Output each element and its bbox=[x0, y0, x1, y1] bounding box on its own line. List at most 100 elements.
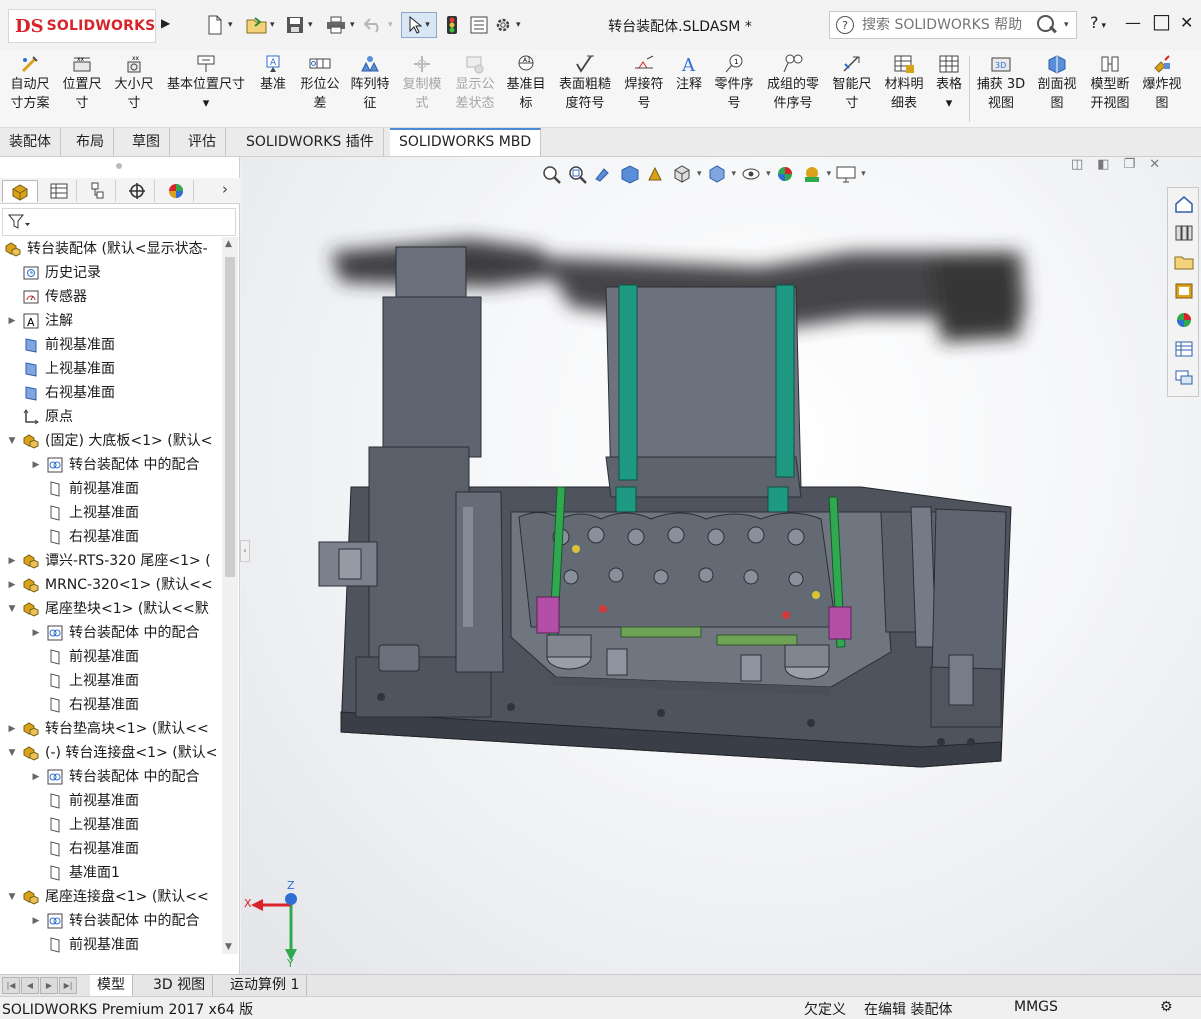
expand-arrow-icon[interactable]: ▶ bbox=[6, 549, 18, 573]
tree-node[interactable]: 右视基准面 bbox=[6, 381, 115, 405]
dimxpert-manager-tab[interactable] bbox=[119, 180, 155, 202]
design-library-icon[interactable] bbox=[1171, 220, 1197, 246]
expand-arrow-icon[interactable]: ▶ bbox=[30, 453, 42, 477]
help-menu-button[interactable]: ? ▾ bbox=[1090, 13, 1106, 32]
size-dimension-button[interactable]: xx 大小尺 寸 bbox=[110, 54, 158, 113]
expand-arrow-icon[interactable]: ▶ bbox=[30, 621, 42, 645]
tree-vertical-scrollbar[interactable]: ▲ ▼ bbox=[222, 237, 238, 954]
tree-node[interactable]: 上视基准面 bbox=[6, 357, 115, 381]
unit-system[interactable]: MMGS bbox=[1014, 999, 1058, 1015]
open-folder-icon[interactable]: ▾ bbox=[246, 14, 275, 36]
tab-motion-study[interactable]: 运动算例 1 bbox=[223, 975, 308, 996]
tree-node[interactable]: ▶ 转台装配体 中的配合 bbox=[30, 909, 200, 933]
tree-node[interactable]: 前视基准面 bbox=[30, 477, 139, 501]
tab-solidworks-addins[interactable]: SOLIDWORKS 插件 bbox=[237, 128, 384, 156]
tree-node[interactable]: ▼ 尾座连接盘<1> (默认<< bbox=[6, 885, 209, 909]
geometric-tolerance-button[interactable]: 形位公 差 bbox=[296, 54, 344, 113]
section-view-button[interactable]: 剖面视 图 bbox=[1032, 54, 1082, 113]
note-button[interactable]: A 注释 bbox=[670, 54, 708, 94]
expand-arrow-icon[interactable]: ▶ bbox=[6, 717, 18, 741]
more-tabs-arrow-icon[interactable]: › bbox=[222, 180, 228, 198]
capture-3d-view-button[interactable]: 3D 捕获 3D 视图 bbox=[974, 54, 1028, 113]
panel-collapse-handle[interactable]: ‹ bbox=[240, 540, 250, 562]
copy-scheme-button[interactable]: 复制模 式 bbox=[398, 54, 446, 113]
menu-expand-arrow-icon[interactable]: ▶ bbox=[161, 16, 173, 34]
expand-arrow-icon[interactable]: ▶ bbox=[30, 909, 42, 933]
pattern-feature-button[interactable]: 阵列特 征 bbox=[346, 54, 394, 113]
file-properties-icon[interactable] bbox=[470, 14, 488, 36]
display-manager-tab[interactable] bbox=[158, 180, 194, 202]
tree-node[interactable]: 前视基准面 bbox=[30, 789, 139, 813]
datum-button[interactable]: A 基准 bbox=[254, 54, 292, 94]
exploded-view-button[interactable]: 爆炸视 图 bbox=[1138, 54, 1186, 113]
tree-filter-bar[interactable] bbox=[2, 208, 236, 236]
collapse-arrow-icon[interactable]: ▼ bbox=[6, 597, 18, 621]
tab-solidworks-mbd[interactable]: SOLIDWORKS MBD bbox=[390, 128, 542, 156]
expand-arrow-icon[interactable]: ▶ bbox=[30, 765, 42, 789]
tree-node[interactable]: ▼ 尾座垫块<1> (默认<<默 bbox=[6, 597, 209, 621]
tree-node[interactable]: ▶ 转台装配体 中的配合 bbox=[30, 765, 200, 789]
tree-node[interactable]: 右视基准面 bbox=[30, 837, 139, 861]
weld-symbol-button[interactable]: 焊接符 号 bbox=[620, 54, 668, 113]
tree-node[interactable]: 转台装配体 (默认<显示状态- bbox=[0, 237, 208, 261]
solidworks-forum-icon[interactable] bbox=[1171, 365, 1197, 391]
minimize-button[interactable]: — bbox=[1125, 13, 1141, 32]
save-icon[interactable]: ▾ bbox=[286, 14, 313, 36]
surface-finish-button[interactable]: 表面粗糙 度符号 bbox=[554, 54, 616, 113]
print-icon[interactable]: ▾ bbox=[326, 14, 355, 36]
maximize-button[interactable]: □ bbox=[1152, 9, 1171, 33]
tab-layout[interactable]: 布局 bbox=[67, 128, 114, 156]
help-search-box[interactable]: ? ▾ bbox=[829, 11, 1077, 39]
property-manager-tab[interactable] bbox=[41, 180, 77, 202]
scrollbar-thumb[interactable] bbox=[225, 257, 235, 577]
tree-node[interactable]: ▶ 转台装配体 中的配合 bbox=[30, 621, 200, 645]
tree-node[interactable]: 上视基准面 bbox=[30, 669, 139, 693]
stacked-balloon-button[interactable]: 成组的零 件序号 bbox=[762, 54, 824, 113]
tree-node[interactable]: 传感器 bbox=[6, 285, 87, 309]
smart-dimension-button[interactable]: 智能尺 寸 bbox=[828, 54, 876, 113]
tree-node[interactable]: 右视基准面 bbox=[30, 525, 139, 549]
tree-node[interactable]: ▶ 转台垫高块<1> (默认<< bbox=[6, 717, 209, 741]
tree-node[interactable]: 右视基准面 bbox=[30, 693, 139, 717]
prev-tab-arrow-icon[interactable]: ◀ bbox=[21, 977, 39, 994]
new-document-icon[interactable]: ▾ bbox=[206, 14, 233, 36]
last-tab-arrow-icon[interactable]: ▶| bbox=[59, 977, 77, 994]
tree-node[interactable]: ▼ (-) 转台连接盘<1> (默认< bbox=[6, 741, 218, 765]
auto-dimension-scheme-button[interactable]: 自动尺 寸方案 bbox=[6, 54, 54, 113]
view-palette-icon[interactable] bbox=[1171, 278, 1197, 304]
tree-node[interactable]: 前视基准面 bbox=[30, 933, 139, 957]
tree-node[interactable]: ▶ 谭兴-RTS-320 尾座<1> ( bbox=[6, 549, 211, 573]
show-tolerance-status-button[interactable]: 显示公 差状态 bbox=[450, 54, 500, 113]
tab-assembly[interactable]: 装配体 bbox=[0, 128, 61, 156]
expand-arrow-icon[interactable]: ▶ bbox=[6, 309, 18, 333]
custom-properties-icon[interactable] bbox=[1171, 336, 1197, 362]
tab-evaluate[interactable]: 评估 bbox=[179, 128, 226, 156]
tree-node[interactable]: 原点 bbox=[6, 405, 73, 429]
model-break-view-button[interactable]: 模型断 开视图 bbox=[1084, 54, 1136, 113]
tree-node[interactable]: ▶ 转台装配体 中的配合 bbox=[30, 453, 200, 477]
configuration-manager-tab[interactable] bbox=[80, 180, 116, 202]
tree-node[interactable]: 上视基准面 bbox=[30, 501, 139, 525]
filter-icon[interactable] bbox=[8, 214, 30, 230]
tree-node[interactable]: 前视基准面 bbox=[30, 645, 139, 669]
scroll-up-icon[interactable]: ▲ bbox=[225, 239, 232, 249]
location-dimension-button[interactable]: xx 位置尺 寸 bbox=[58, 54, 106, 113]
file-explorer-icon[interactable] bbox=[1171, 249, 1197, 275]
help-search-input[interactable] bbox=[862, 17, 1032, 33]
appearances-scenes-icon[interactable] bbox=[1171, 307, 1197, 333]
tree-node[interactable]: 上视基准面 bbox=[30, 813, 139, 837]
close-button[interactable]: ✕ bbox=[1180, 13, 1193, 32]
assembly-model-view[interactable] bbox=[241, 157, 1201, 974]
scroll-down-icon[interactable]: ▼ bbox=[225, 942, 232, 952]
collapse-arrow-icon[interactable]: ▼ bbox=[6, 429, 18, 453]
search-dropdown-icon[interactable]: ▾ bbox=[1064, 20, 1069, 30]
select-cursor-icon[interactable]: ▾ bbox=[401, 12, 437, 38]
table-button[interactable]: 表格 ▾ bbox=[930, 54, 968, 113]
expand-arrow-icon[interactable]: ▶ bbox=[6, 573, 18, 597]
next-tab-arrow-icon[interactable]: ▶ bbox=[40, 977, 58, 994]
solidworks-resources-icon[interactable] bbox=[1171, 191, 1197, 217]
tree-node[interactable]: 基准面1 bbox=[30, 861, 120, 885]
collapse-arrow-icon[interactable]: ▼ bbox=[6, 741, 18, 765]
tree-node[interactable]: 前视基准面 bbox=[6, 333, 115, 357]
tab-model[interactable]: 模型 bbox=[90, 975, 133, 996]
